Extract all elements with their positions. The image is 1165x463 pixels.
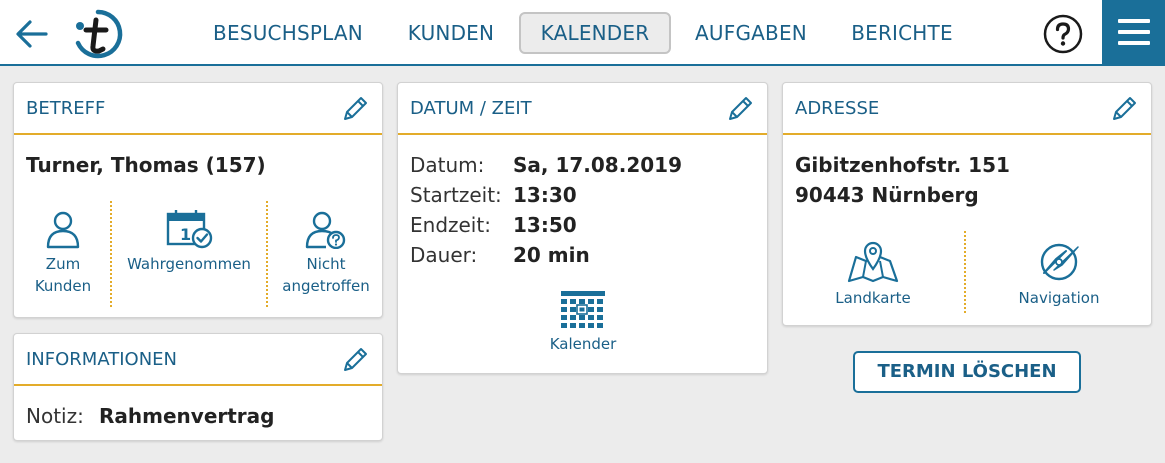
divider bbox=[266, 201, 268, 307]
question-circle-icon[interactable] bbox=[1043, 14, 1083, 54]
adresse-title: ADRESSE bbox=[795, 98, 880, 119]
datum-value: Sa, 17.08.2019 bbox=[513, 153, 682, 177]
top-bar: BESUCHSPLAN KUNDEN KALENDER AUFGABEN BER… bbox=[0, 0, 1165, 66]
informationen-title: INFORMATIONEN bbox=[26, 349, 178, 370]
customer-name: Turner, Thomas (157) bbox=[26, 153, 266, 177]
nicht-angetroffen-button[interactable]: Nicht angetroffen bbox=[272, 209, 380, 297]
t-logo-icon bbox=[75, 9, 123, 59]
card-header: ADRESSE bbox=[783, 83, 1151, 135]
betreff-title: BETREFF bbox=[26, 98, 106, 119]
wahrgenommen-button[interactable]: 1 Wahrgenommen bbox=[120, 209, 258, 275]
pencil-icon[interactable] bbox=[340, 94, 370, 124]
landkarte-label: Landkarte bbox=[835, 289, 911, 307]
hamburger-icon[interactable] bbox=[1102, 0, 1165, 64]
dauer-label: Dauer: bbox=[410, 243, 478, 267]
startzeit-value: 13:30 bbox=[513, 183, 577, 207]
card-header: DATUM / ZEIT bbox=[398, 83, 767, 135]
map-icon bbox=[847, 241, 899, 283]
card-header: INFORMATIONEN bbox=[14, 334, 382, 386]
navigation-label: Navigation bbox=[1018, 289, 1100, 307]
nav-berichte[interactable]: BERICHTE bbox=[846, 12, 958, 54]
informationen-card: INFORMATIONEN Notiz: Rahmenvertrag bbox=[13, 333, 383, 441]
nav-aufgaben[interactable]: AUFGABEN bbox=[688, 12, 814, 54]
wahrgenommen-label: Wahrgenommen bbox=[127, 255, 251, 273]
pencil-icon[interactable] bbox=[340, 345, 370, 375]
calendar-grid-icon bbox=[561, 291, 605, 328]
person-question-icon bbox=[305, 211, 346, 249]
nicht-angetroffen-label: Nicht angetroffen bbox=[282, 255, 370, 295]
calendar-check-icon: 1 bbox=[166, 210, 213, 249]
svg-text:1: 1 bbox=[180, 225, 191, 244]
note-label: Notiz: bbox=[26, 404, 84, 428]
nav-besuchsplan[interactable]: BESUCHSPLAN bbox=[208, 12, 368, 54]
kalender-label: Kalender bbox=[549, 335, 617, 353]
compass-icon bbox=[1040, 243, 1079, 281]
landkarte-button[interactable]: Landkarte bbox=[813, 239, 933, 309]
pencil-icon[interactable] bbox=[1109, 94, 1139, 124]
startzeit-label: Startzeit: bbox=[410, 183, 502, 207]
divider bbox=[110, 201, 112, 307]
card-header: BETREFF bbox=[14, 83, 382, 135]
nav-kalender[interactable]: KALENDER bbox=[519, 12, 671, 54]
arrow-left-icon[interactable] bbox=[12, 14, 52, 54]
note-value: Rahmenvertrag bbox=[99, 404, 275, 428]
pencil-icon[interactable] bbox=[725, 94, 755, 124]
address-street: Gibitzenhofstr. 151 bbox=[795, 153, 1010, 177]
navigation-button[interactable]: Navigation bbox=[997, 239, 1121, 309]
dauer-value: 20 min bbox=[513, 243, 590, 267]
endzeit-value: 13:50 bbox=[513, 213, 577, 237]
termin-loeschen-button[interactable]: TERMIN LÖSCHEN bbox=[853, 351, 1081, 393]
zum-kunden-button[interactable]: Zum Kunden bbox=[18, 209, 108, 297]
datum-label: Datum: bbox=[410, 153, 485, 177]
nav-kunden[interactable]: KUNDEN bbox=[398, 12, 504, 54]
endzeit-label: Endzeit: bbox=[410, 213, 491, 237]
address-city: 90443 Nürnberg bbox=[795, 183, 979, 207]
kalender-button[interactable]: Kalender bbox=[523, 289, 643, 355]
adresse-card: ADRESSE Gibitzenhofstr. 151 90443 Nürnbe… bbox=[782, 82, 1152, 326]
datum-zeit-card: DATUM / ZEIT Datum: Sa, 17.08.2019 Start… bbox=[397, 82, 768, 374]
divider bbox=[964, 231, 966, 313]
person-icon bbox=[46, 211, 80, 249]
datum-zeit-title: DATUM / ZEIT bbox=[410, 98, 532, 119]
betreff-card: BETREFF Turner, Thomas (157) Zum Kunden … bbox=[13, 82, 383, 318]
zum-kunden-label: Zum Kunden bbox=[34, 255, 92, 295]
